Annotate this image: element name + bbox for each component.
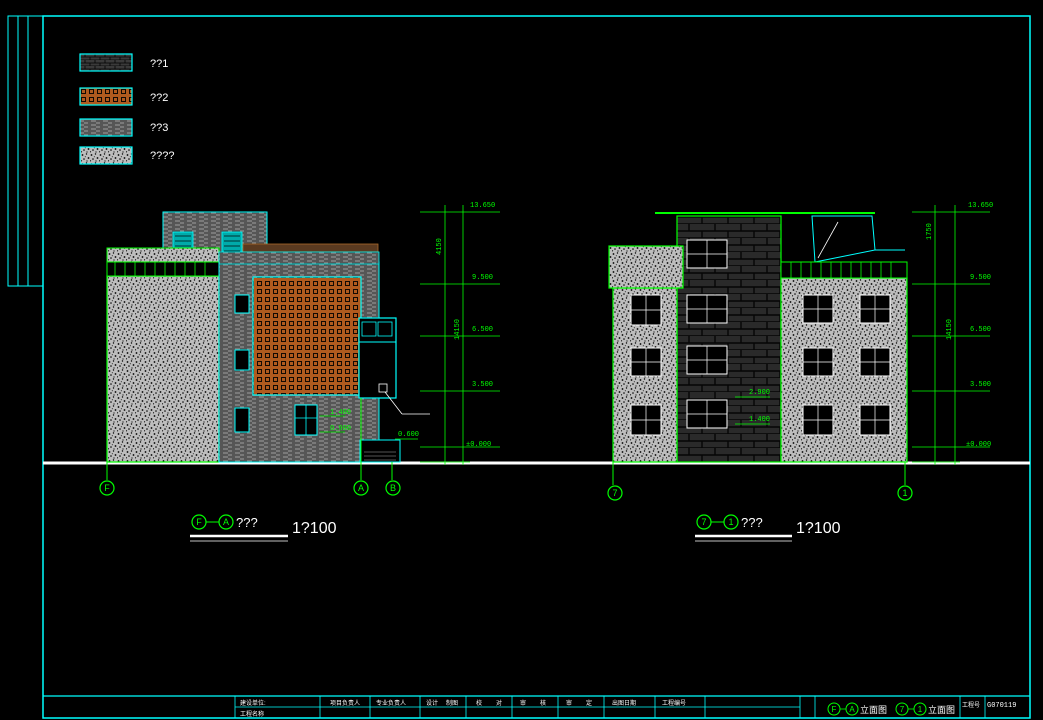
title-cell-approve-2: 定 — [586, 699, 592, 707]
title-cell-check-1: 校 — [476, 699, 482, 707]
right-title-scale: 1?100 — [796, 520, 841, 537]
left-level-1400: 1.400 — [330, 409, 351, 417]
title-project-label: 工程名称 — [240, 710, 264, 718]
legend-swatch-stripes — [79, 118, 133, 137]
right-level-1400: 1.400 — [749, 416, 770, 424]
right-elev-6500: 6.500 — [970, 326, 991, 334]
title-cell-project-no: 工程编号 — [662, 699, 686, 707]
left-elevation: 1.400 0.900 0.600 F A B 13.650 9.500 6.5… — [99, 202, 500, 542]
tb-title-1-to: A — [849, 705, 855, 714]
left-orange-panel — [252, 276, 362, 396]
legend-label-brick: ??1 — [150, 58, 168, 70]
legend-label-orange-brick: ??2 — [150, 92, 168, 104]
left-elev-13650: 13.650 — [470, 202, 495, 210]
right-elev-3500: 3.500 — [970, 381, 991, 389]
right-axis-bubbles — [607, 485, 913, 501]
left-stucco-wing — [106, 275, 220, 463]
left-title-from: F — [196, 517, 202, 527]
title-cell-project-lead: 项目负责人 — [330, 699, 360, 707]
left-axis-label-a: A — [358, 483, 364, 493]
title-block: 建设单位: 工程名称 项目负责人 专业负责人 设计 制图 校 对 审 核 审 定… — [43, 695, 1030, 718]
left-elevation-title: F A ??? 1?100 — [190, 514, 337, 542]
legend-swatch-stucco — [79, 146, 133, 165]
title-cell-review-1: 审 — [520, 699, 526, 707]
right-axis-label-7: 7 — [612, 488, 617, 498]
left-title-scale: 1?100 — [292, 520, 337, 537]
legend-item-orange-brick: ??2 — [79, 87, 168, 106]
right-elevation: 2.900 1.400 7 1 13.650 9.500 6.500 3.500… — [607, 202, 993, 542]
left-axis-label-b: B — [390, 483, 396, 493]
right-dim-outer: 14150 — [946, 319, 954, 340]
tb-title-2-to: 1 — [918, 705, 923, 714]
left-axis-label-f: F — [104, 483, 110, 493]
left-axis-bubbles — [99, 480, 401, 496]
title-block-drawing-names: F A 立面图 7 1 立面图 — [827, 702, 955, 716]
legend-item-brick: ??1 — [79, 53, 168, 72]
right-title-from: 7 — [701, 517, 706, 527]
legend-label-stucco: ???? — [150, 150, 174, 162]
legend-swatch-orange-brick — [79, 87, 133, 106]
title-cell-check-2: 对 — [496, 699, 502, 707]
legend-item-stucco: ???? — [79, 146, 174, 165]
tb-number: G070119 — [987, 702, 1016, 710]
cad-drawing: ??1 ??2 ??3 ???? 1.400 0.900 0.600 F A B… — [7, 15, 1031, 719]
tb-title-1: 立面图 — [860, 704, 887, 715]
left-title-suffix: ??? — [236, 515, 258, 530]
left-dim-outer: 14150 — [454, 319, 462, 340]
right-axis-label-1: 1 — [902, 488, 907, 498]
left-elev-3500: 3.500 — [472, 381, 493, 389]
title-cell-discipline-lead: 专业负责人 — [376, 699, 406, 707]
left-elev-9500: 9.500 — [472, 274, 493, 282]
left-title-to: A — [223, 517, 229, 527]
title-cell-issue-date: 出图日期 — [612, 699, 636, 707]
legend: ??1 ??2 ??3 ???? — [79, 53, 174, 165]
tb-title-2-from: 7 — [900, 705, 905, 714]
title-cell-design: 设计 — [426, 699, 438, 707]
legend-label-stripes: ??3 — [150, 122, 168, 134]
right-title-to: 1 — [728, 517, 733, 527]
right-elev-13650: 13.650 — [968, 202, 993, 210]
right-level-2900: 2.900 — [749, 389, 770, 397]
tb-number-label: 工程号 — [962, 701, 980, 709]
right-elev-0000: ±0.000 — [966, 441, 991, 449]
tb-title-2: 立面图 — [928, 704, 955, 715]
right-title-suffix: ??? — [741, 515, 763, 530]
right-elevation-marks: 13.650 9.500 6.500 3.500 ±0.000 14150 17… — [926, 202, 993, 449]
tb-title-1-from: F — [832, 705, 837, 714]
legend-swatch-brick — [79, 53, 133, 72]
right-elevation-title: 7 1 ??? 1?100 — [695, 514, 841, 542]
title-cell-approve-1: 审 — [566, 699, 572, 707]
right-dim-top: 1750 — [926, 223, 934, 240]
left-elev-0000: ±0.000 — [466, 441, 491, 449]
right-elev-9500: 9.500 — [970, 274, 991, 282]
left-level-0900: 0.900 — [330, 425, 351, 433]
title-client-label: 建设单位: — [240, 699, 266, 707]
title-cell-review-2: 核 — [540, 699, 546, 707]
left-elev-6500: 6.500 — [472, 326, 493, 334]
legend-item-stripes: ??3 — [79, 118, 168, 137]
title-cell-draw: 制图 — [446, 699, 458, 707]
left-level-0600: 0.600 — [398, 431, 419, 439]
left-dim-top: 4150 — [436, 238, 444, 255]
